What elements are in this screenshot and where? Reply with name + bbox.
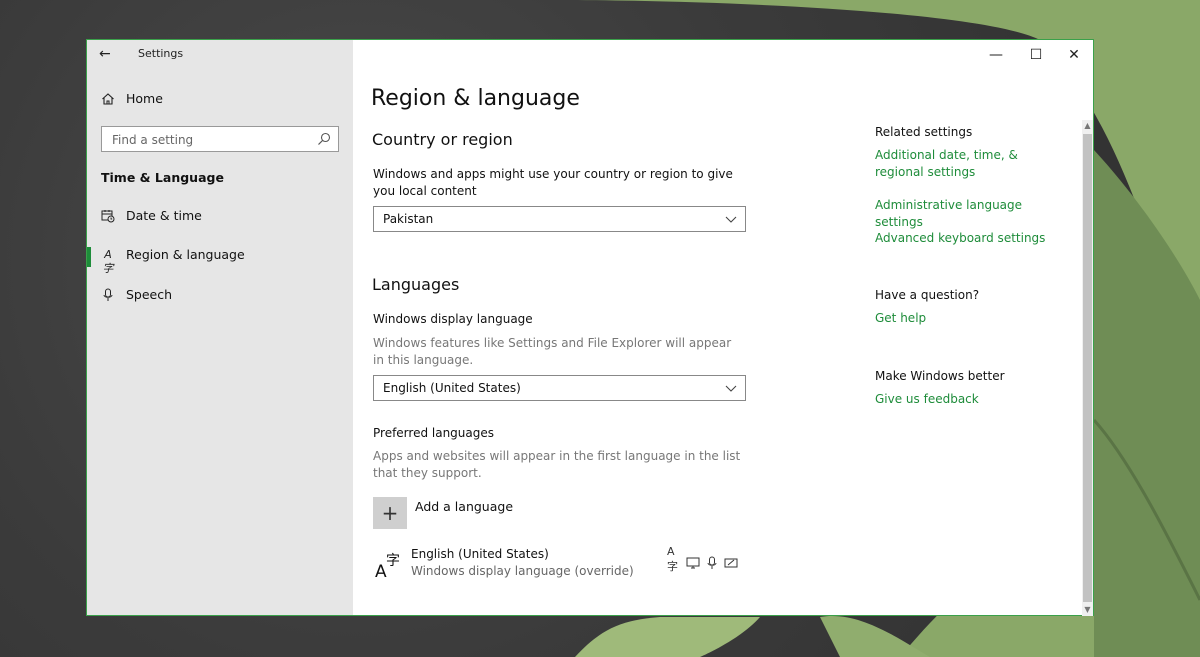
section-header: Time & Language: [101, 170, 224, 185]
add-language-button[interactable]: +: [373, 497, 407, 529]
svg-text:字: 字: [386, 553, 400, 569]
country-description: Windows and apps might use your country …: [373, 167, 733, 198]
country-heading: Country or region: [372, 130, 513, 149]
chevron-down-icon: [725, 216, 737, 223]
language-icon: A 字: [375, 553, 400, 579]
related-settings-heading: Related settings: [875, 125, 973, 139]
plus-icon: +: [381, 501, 399, 525]
main-content: — ☐ ✕ Region & language Country or regio…: [353, 40, 1093, 615]
back-arrow-icon[interactable]: ←: [99, 46, 111, 62]
chevron-down-icon: [725, 385, 737, 392]
sidebar-item-speech[interactable]: Speech: [87, 282, 353, 312]
sidebar: ← Settings Home Time & Language: [87, 40, 353, 615]
country-dropdown[interactable]: Pakistan: [373, 206, 746, 232]
country-value: Pakistan: [383, 212, 434, 226]
give-feedback-link[interactable]: Give us feedback: [875, 391, 1065, 408]
additional-date-time-link[interactable]: Additional date, time, & regional settin…: [875, 147, 1065, 181]
language-pack-icon: A字: [667, 545, 678, 573]
display-language-desc: Windows features like Settings and File …: [373, 336, 732, 367]
app-title: Settings: [138, 47, 184, 60]
sidebar-item-label: Region & language: [126, 247, 245, 262]
sidebar-item-home[interactable]: Home: [87, 86, 353, 116]
home-icon: [102, 93, 114, 105]
display-language-dropdown[interactable]: English (United States): [373, 375, 746, 401]
sidebar-item-date-time[interactable]: Date & time: [87, 203, 353, 233]
handwriting-icon: [724, 558, 738, 568]
scroll-thumb[interactable]: [1083, 134, 1092, 602]
advanced-keyboard-link[interactable]: Advanced keyboard settings: [875, 230, 1065, 247]
settings-window: ← Settings Home Time & Language: [86, 39, 1094, 616]
language-list-item[interactable]: A 字 English (United States) Windows disp…: [373, 545, 743, 585]
display-language-value: English (United States): [383, 381, 521, 395]
search-input[interactable]: [110, 128, 314, 152]
search-box: [101, 126, 339, 152]
language-feature-icons: A字: [667, 545, 747, 573]
minimize-button[interactable]: —: [987, 46, 1005, 64]
microphone-icon: [103, 288, 113, 301]
sidebar-item-label: Home: [126, 91, 163, 106]
languages-heading: Languages: [372, 275, 460, 294]
get-help-link[interactable]: Get help: [875, 310, 1065, 327]
display-language-label: Windows display language: [373, 312, 533, 326]
make-windows-better-heading: Make Windows better: [875, 369, 1005, 383]
vertical-scrollbar[interactable]: ▲ ▼: [1082, 120, 1093, 616]
calendar-clock-icon: [101, 210, 115, 223]
scroll-up-arrow-icon[interactable]: ▲: [1082, 120, 1093, 132]
add-language-label[interactable]: Add a language: [415, 499, 513, 514]
sidebar-item-label: Speech: [126, 287, 173, 302]
preferred-languages-label: Preferred languages: [373, 426, 495, 440]
language-name: English (United States): [411, 547, 549, 561]
scroll-down-arrow-icon[interactable]: ▼: [1082, 604, 1093, 616]
administrative-language-link[interactable]: Administrative language settings: [875, 197, 1065, 231]
close-button[interactable]: ✕: [1065, 46, 1083, 64]
sidebar-item-label: Date & time: [126, 208, 202, 223]
maximize-button[interactable]: ☐: [1027, 46, 1045, 64]
search-icon[interactable]: [316, 131, 332, 147]
speech-icon: [707, 556, 717, 569]
display-icon: [686, 557, 700, 569]
question-heading: Have a question?: [875, 288, 980, 302]
sidebar-item-region-language[interactable]: A字 Region & language: [87, 242, 353, 275]
preferred-languages-desc: Apps and websites will appear in the fir…: [373, 449, 741, 480]
language-subtitle: Windows display language (override): [411, 564, 634, 578]
page-title: Region & language: [371, 86, 580, 111]
language-icon: A字: [102, 248, 114, 275]
